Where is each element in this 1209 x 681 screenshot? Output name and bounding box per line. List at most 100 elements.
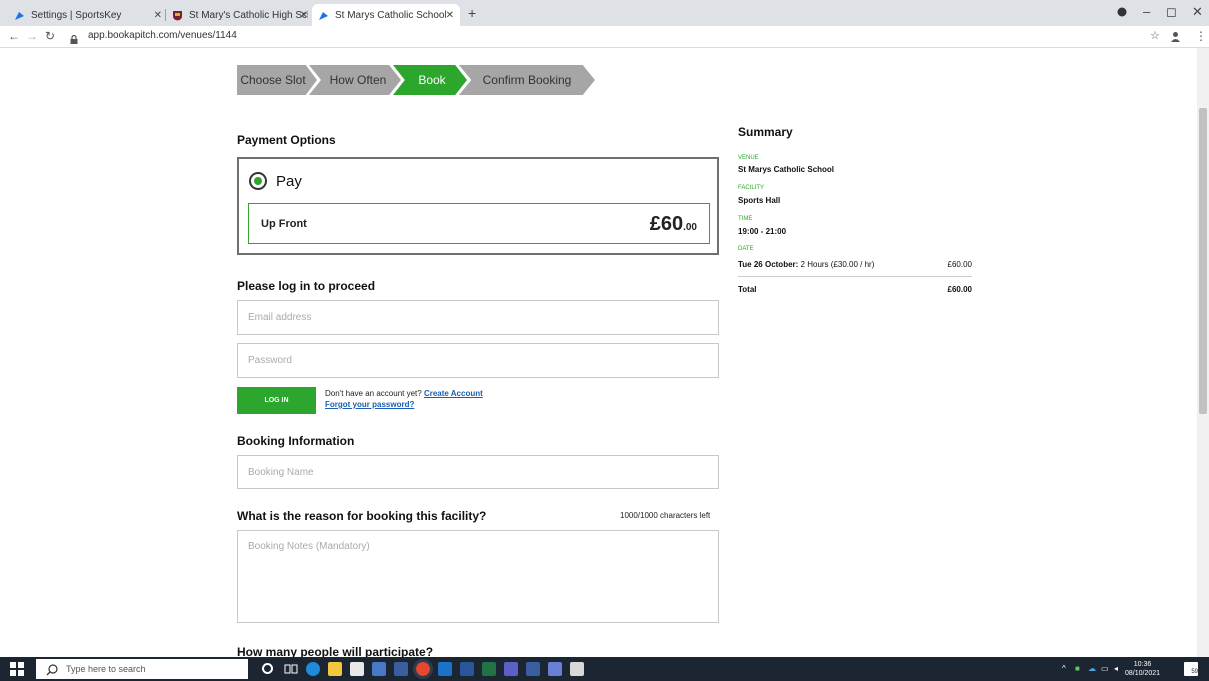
pay-radio-button[interactable]: [249, 172, 267, 190]
tab-title: St Marys Catholic School | Sports: [335, 9, 447, 21]
summary-line-item: Tue 26 October: 2 Hours (£30.00 / hr) £6…: [738, 260, 972, 269]
volume-icon[interactable]: ◂: [1114, 664, 1118, 673]
task-view-icon[interactable]: [284, 662, 298, 676]
fms-app-icon-2[interactable]: [526, 662, 540, 676]
venue-label: VENUE: [738, 155, 759, 161]
page-scrollbar[interactable]: [1197, 48, 1209, 657]
no-account-text: Don't have an account yet?: [325, 389, 422, 398]
excel-icon[interactable]: [482, 662, 496, 676]
step-label: Confirm Booking: [482, 73, 572, 87]
tab-settings-sportskey[interactable]: Settings | SportsKey ✕: [8, 4, 168, 26]
step-label: How Often: [329, 73, 387, 87]
address-bar[interactable]: app.bookapitch.com/venues/1144: [88, 30, 237, 41]
browser-tab-bar: Settings | SportsKey ✕ St Mary's Catholi…: [0, 0, 1209, 26]
forgot-password-link[interactable]: Forgot your password?: [325, 400, 414, 409]
profile-circle-icon[interactable]: [1117, 4, 1127, 20]
chrome-icon[interactable]: [413, 659, 433, 679]
facility-label: FACILITY: [738, 185, 765, 191]
sportskey-favicon-icon: [14, 10, 25, 21]
create-account-link[interactable]: Create Account: [424, 389, 483, 398]
notification-center-icon[interactable]: 59: [1184, 662, 1198, 676]
payment-option-card[interactable]: Pay Up Front £60.00: [237, 157, 719, 255]
tab-title: St Mary's Catholic High School: [189, 9, 308, 21]
summary-total: Total £60.00: [738, 285, 972, 294]
step-confirm-booking[interactable]: Confirm Booking: [459, 65, 595, 95]
pay-option-label: Pay: [276, 173, 302, 190]
booking-name-field[interactable]: [237, 455, 719, 489]
browser-toolbar: ← → ↻ app.bookapitch.com/venues/1144 ☆ ⋮: [0, 26, 1209, 48]
payment-options-heading: Payment Options: [237, 133, 336, 147]
password-field[interactable]: [237, 343, 719, 378]
school-crest-favicon-icon: [172, 10, 183, 21]
step-label: Book: [418, 73, 446, 87]
booking-summary: Summary VENUE St Marys Catholic School F…: [738, 125, 972, 294]
step-book[interactable]: Book: [393, 65, 467, 95]
close-tab-icon[interactable]: ✕: [446, 10, 454, 21]
tray-chevron-icon[interactable]: ^: [1062, 664, 1066, 673]
booking-reason-heading: What is the reason for booking this faci…: [237, 509, 487, 523]
radio-selected-dot: [254, 177, 262, 185]
tab-st-marys-sports[interactable]: St Marys Catholic School | Sports ✕: [312, 4, 460, 26]
summary-divider: [738, 276, 972, 277]
clock-time: 10:36: [1133, 661, 1152, 668]
sims-app-icon-2[interactable]: [570, 662, 584, 676]
reload-icon[interactable]: ↻: [45, 29, 55, 43]
characters-left-counter: 1000/1000 characters left: [620, 511, 711, 520]
sd-app-icon[interactable]: [548, 662, 562, 676]
up-front-label: Up Front: [261, 218, 307, 230]
booking-info-heading: Booking Information: [237, 434, 355, 448]
browser-menu-icon[interactable]: ⋮: [1195, 29, 1207, 43]
file-explorer-icon[interactable]: [328, 662, 342, 676]
close-window-button[interactable]: ✕: [1192, 4, 1203, 20]
teams-icon[interactable]: [504, 662, 518, 676]
step-how-often[interactable]: How Often: [309, 65, 401, 95]
time-label: TIME: [738, 216, 753, 222]
account-avatar-icon[interactable]: [1170, 29, 1181, 45]
search-icon: [46, 663, 58, 681]
restore-button[interactable]: ◻: [1166, 4, 1177, 20]
up-front-plan[interactable]: Up Front £60.00: [248, 203, 710, 244]
tray-app-icon[interactable]: ■: [1075, 664, 1080, 673]
date-label: DATE: [738, 246, 754, 252]
new-tab-button[interactable]: +: [468, 5, 476, 21]
onedrive-icon[interactable]: ☁: [1088, 664, 1096, 673]
login-heading: Please log in to proceed: [237, 279, 376, 293]
close-tab-icon[interactable]: ✕: [300, 10, 308, 21]
bookapitch-favicon-icon: [318, 10, 329, 21]
line-date: Tue 26 October:: [738, 260, 799, 269]
bookmark-star-icon[interactable]: ☆: [1150, 29, 1160, 42]
booking-notes-field[interactable]: [237, 530, 719, 623]
outlook-icon[interactable]: [438, 662, 452, 676]
scrollbar-thumb[interactable]: [1199, 108, 1207, 414]
network-icon[interactable]: ▭: [1101, 664, 1109, 673]
forward-arrow-icon[interactable]: →: [26, 29, 38, 43]
edge-browser-icon[interactable]: [306, 662, 320, 676]
word-icon[interactable]: [460, 662, 474, 676]
price-main: £60: [649, 213, 684, 235]
price-decimal: .00: [683, 222, 697, 233]
facility-value: Sports Hall: [738, 196, 781, 205]
fms-app-icon[interactable]: [394, 662, 408, 676]
close-tab-icon[interactable]: ✕: [154, 10, 162, 21]
cortana-icon[interactable]: [262, 663, 273, 674]
sims-app-icon[interactable]: [372, 662, 386, 676]
log-in-button[interactable]: LOG IN: [237, 387, 316, 414]
step-label: Choose Slot: [240, 73, 306, 87]
email-field[interactable]: [237, 300, 719, 335]
line-amount: £60.00: [947, 260, 972, 269]
windows-taskbar: Type here to search ^ ■ ☁ ▭ ◂ 10:36 08/1…: [0, 657, 1209, 681]
line-detail: 2 Hours (£30.00 / hr): [800, 260, 875, 269]
taskbar-search-box[interactable]: Type here to search: [36, 659, 248, 679]
account-links: Don't have an account yet? Create Accoun…: [325, 388, 483, 410]
back-arrow-icon[interactable]: ←: [8, 29, 20, 43]
windows-start-icon[interactable]: [10, 662, 24, 676]
summary-title: Summary: [738, 125, 793, 139]
tab-st-marys-high-school[interactable]: St Mary's Catholic High School ✕: [166, 4, 314, 26]
taskbar-clock[interactable]: 10:36 08/10/2021: [1125, 660, 1160, 678]
store-icon[interactable]: [350, 662, 364, 676]
step-choose-slot[interactable]: Choose Slot: [237, 65, 317, 95]
lock-icon: [70, 31, 78, 44]
notification-count: 59: [1191, 669, 1198, 675]
up-front-price: £60.00: [650, 213, 697, 236]
minimize-button[interactable]: –: [1143, 4, 1150, 19]
